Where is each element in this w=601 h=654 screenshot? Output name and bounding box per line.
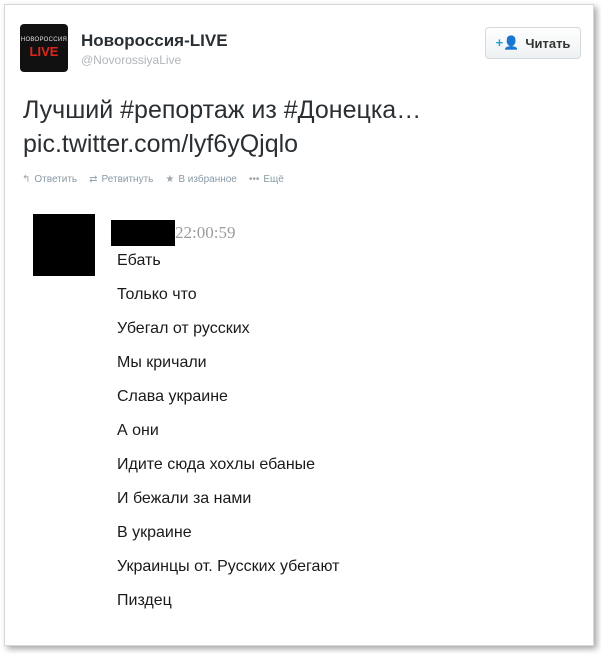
chat-message: Только что bbox=[117, 286, 197, 303]
redacted-name bbox=[111, 220, 175, 246]
chat-message: В украине bbox=[117, 524, 192, 541]
author-avatar[interactable]: НОВОРОССИЯ LIVE bbox=[20, 24, 68, 72]
retweet-label: Ретвитнуть bbox=[101, 174, 154, 185]
chat-message: А они bbox=[117, 422, 159, 439]
avatar-label-bottom: LIVE bbox=[29, 44, 59, 59]
avatar-label-top: НОВОРОССИЯ bbox=[20, 37, 68, 43]
add-user-icon: +👤 bbox=[495, 35, 520, 50]
tweet-card: НОВОРОССИЯ LIVE Новороссия-LIVE @Novoros… bbox=[4, 4, 594, 646]
more-dots-icon: ••• bbox=[248, 174, 260, 185]
reply-label: Ответить bbox=[34, 174, 78, 185]
tweet-text: Лучший #репортаж из #Донецка… pic.twitte… bbox=[23, 93, 573, 161]
chat-message: Убегал от русских bbox=[117, 320, 250, 337]
star-icon: ★ bbox=[165, 174, 175, 185]
retweet-icon: ⇄ bbox=[89, 174, 98, 185]
retweet-action[interactable]: ⇄ Ретвитнуть bbox=[89, 174, 153, 185]
chat-message: Идите сюда хохлы ебаные bbox=[117, 456, 316, 473]
message-timestamp: 22:00:59 bbox=[175, 223, 236, 242]
tweet-text-line: Лучший #репортаж из #Донецка… bbox=[23, 96, 422, 124]
tweet-link[interactable]: pic.twitter.com/lyf6yQjqlo bbox=[23, 127, 573, 161]
favorite-label: В избранное bbox=[178, 174, 237, 185]
embedded-screenshot[interactable]: 22:00:59 Ебать Только что Убегал от русс… bbox=[33, 208, 553, 628]
message-list: Ебать Только что Убегал от русских Мы кр… bbox=[117, 251, 339, 625]
more-label: Ещё bbox=[263, 174, 284, 185]
favorite-action[interactable]: ★ В избранное bbox=[165, 174, 237, 185]
chat-message: Слава украине bbox=[117, 388, 228, 405]
more-action[interactable]: ••• Ещё bbox=[249, 174, 284, 185]
follow-button[interactable]: +👤 Читать bbox=[485, 27, 581, 59]
author-handle[interactable]: @NovorossiyaLive bbox=[81, 53, 181, 67]
chat-message: Ебать bbox=[117, 252, 161, 269]
follow-button-label: Читать bbox=[525, 35, 571, 51]
redacted-avatar bbox=[33, 214, 95, 276]
chat-message: Пиздец bbox=[117, 592, 172, 609]
chat-message: И бежали за нами bbox=[117, 490, 252, 507]
chat-message: Украинцы от. Русских убегают bbox=[117, 558, 340, 575]
reply-icon: ↰ bbox=[22, 174, 31, 185]
author-name[interactable]: Новороссия-LIVE bbox=[81, 31, 228, 51]
tweet-actions: ↰ Ответить ⇄ Ретвитнуть ★ В избранное ••… bbox=[22, 174, 284, 185]
chat-message: Мы кричали bbox=[117, 354, 207, 371]
reply-action[interactable]: ↰ Ответить bbox=[22, 174, 77, 185]
